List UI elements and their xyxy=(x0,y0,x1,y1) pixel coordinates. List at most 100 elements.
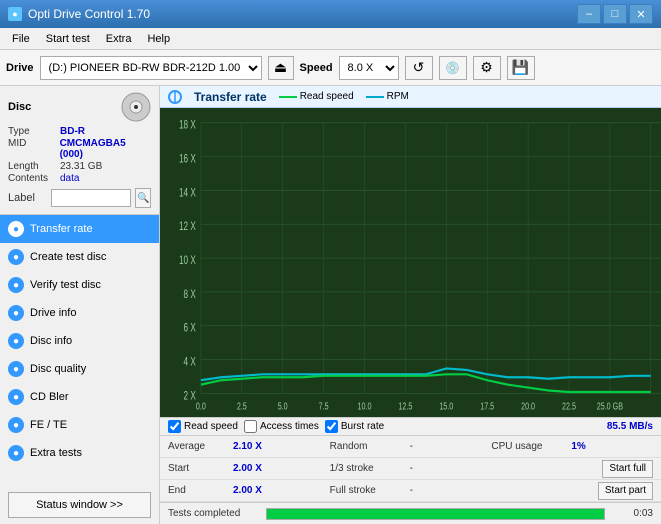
legend-read-speed-label: Read speed xyxy=(300,91,354,102)
maximize-button[interactable]: □ xyxy=(603,4,627,24)
menu-bar: File Start test Extra Help xyxy=(0,28,661,50)
burst-rate-checkbox-label: Burst rate xyxy=(341,421,384,432)
third-stroke-group: 1/3 stroke - xyxy=(330,463,492,474)
end-label: End xyxy=(168,485,233,496)
contents-value[interactable]: data xyxy=(60,173,79,184)
svg-text:15.0: 15.0 xyxy=(439,400,453,412)
nav-icon-disc-info: ● xyxy=(8,333,24,349)
svg-text:2 X: 2 X xyxy=(184,390,196,403)
nav-icon-drive-info: ● xyxy=(8,305,24,321)
nav-item-cd-bler[interactable]: ●CD Bler xyxy=(0,383,159,411)
chart-svg: 18 X 16 X 14 X 12 X 10 X 8 X 6 X 4 X 2 X… xyxy=(160,108,661,417)
disc-contents-row: Contents data xyxy=(8,173,151,184)
avg-group: Average 2.10 X xyxy=(168,441,330,452)
start-part-button[interactable]: Start part xyxy=(598,482,653,500)
burst-rate-checkbox[interactable] xyxy=(325,420,338,433)
full-stroke-label: Full stroke xyxy=(330,485,410,496)
eject-button[interactable]: ⏏ xyxy=(268,56,294,80)
stats-row-end: End 2.00 X Full stroke - Start part xyxy=(160,480,661,502)
nav-item-transfer-rate[interactable]: ●Transfer rate xyxy=(0,215,159,243)
window-controls: – □ ✕ xyxy=(577,4,653,24)
menu-start-test[interactable]: Start test xyxy=(38,31,98,47)
nav-item-disc-quality[interactable]: ● Disc quality xyxy=(0,355,159,383)
progress-bar-container xyxy=(266,508,605,520)
nav-label-verify-test-disc: Verify test disc xyxy=(30,279,101,291)
start-full-group: Start full xyxy=(491,460,653,478)
legend-read-speed-color xyxy=(279,96,297,98)
drive-select[interactable]: (D:) PIONEER BD-RW BDR-212D 1.00 xyxy=(40,56,262,80)
nav-item-disc-info[interactable]: ● Disc info xyxy=(0,327,159,355)
nav-icon-disc-quality: ● xyxy=(8,361,24,377)
svg-text:7.5: 7.5 xyxy=(319,400,329,412)
left-panel: Disc Type BD-R MID CMCMAGBA5 (000) Lengt… xyxy=(0,86,160,524)
avg-label: Average xyxy=(168,441,233,452)
nav-icon-create-test-disc: ● xyxy=(8,249,24,265)
menu-extra[interactable]: Extra xyxy=(98,31,140,47)
svg-text:10 X: 10 X xyxy=(179,255,196,268)
app-icon: ● xyxy=(8,7,22,21)
progress-label: Tests completed xyxy=(168,508,258,519)
nav-item-extra-tests[interactable]: ●Extra tests xyxy=(0,439,159,467)
label-search-button[interactable]: 🔍 xyxy=(135,188,151,208)
stats-bar: Read speed Access times Burst rate 85.5 … xyxy=(160,417,661,435)
nav-label-disc-info: Disc info xyxy=(30,335,72,347)
svg-text:12.5: 12.5 xyxy=(398,400,412,412)
svg-text:17.5: 17.5 xyxy=(480,400,494,412)
label-label: Label xyxy=(8,192,47,204)
nav-item-drive-info[interactable]: ● Drive info xyxy=(0,299,159,327)
svg-text:12 X: 12 X xyxy=(179,221,196,234)
settings-button[interactable]: ⚙ xyxy=(473,56,501,80)
save-button[interactable]: 💾 xyxy=(507,56,535,80)
third-stroke-label: 1/3 stroke xyxy=(330,463,410,474)
start-full-button[interactable]: Start full xyxy=(602,460,653,478)
status-window-button[interactable]: Status window >> xyxy=(8,492,151,518)
avg-value: 2.10 X xyxy=(233,441,283,452)
svg-text:10.0: 10.0 xyxy=(358,400,372,412)
nav-item-verify-test-disc[interactable]: ●Verify test disc xyxy=(0,271,159,299)
disc-length-row: Length 23.31 GB xyxy=(8,161,151,172)
disc-section: Disc Type BD-R MID CMCMAGBA5 (000) Lengt… xyxy=(0,86,159,215)
access-times-checkbox[interactable] xyxy=(244,420,257,433)
nav-label-drive-info: Drive info xyxy=(30,307,76,319)
menu-help[interactable]: Help xyxy=(139,31,178,47)
refresh-button[interactable]: ↺ xyxy=(405,56,433,80)
chart-header: Transfer rate Read speed RPM xyxy=(160,86,661,108)
close-button[interactable]: ✕ xyxy=(629,4,653,24)
svg-text:4 X: 4 X xyxy=(184,356,196,369)
start-part-group: Start part xyxy=(491,482,653,500)
disc-label-row: Label 🔍 xyxy=(8,188,151,208)
nav-icon-fe-te: ● xyxy=(8,417,24,433)
drive-label: Drive xyxy=(6,62,34,74)
read-speed-checkbox-item: Read speed xyxy=(168,420,238,433)
start-label: Start xyxy=(168,463,233,474)
label-input[interactable] xyxy=(51,189,131,207)
svg-text:16 X: 16 X xyxy=(179,153,196,166)
minimize-button[interactable]: – xyxy=(577,4,601,24)
nav-icon-transfer-rate: ● xyxy=(8,221,24,237)
cpu-label: CPU usage xyxy=(491,441,571,452)
legend-rpm-label: RPM xyxy=(387,91,409,102)
random-label: Random xyxy=(330,441,410,452)
mid-label: MID xyxy=(8,138,60,160)
right-panel: Transfer rate Read speed RPM xyxy=(160,86,661,524)
menu-file[interactable]: File xyxy=(4,31,38,47)
main-area: Disc Type BD-R MID CMCMAGBA5 (000) Lengt… xyxy=(0,86,661,524)
nav-item-create-test-disc[interactable]: ● Create test disc xyxy=(0,243,159,271)
speed-label: Speed xyxy=(300,62,333,74)
nav-label-fe-te: FE / TE xyxy=(30,419,67,431)
disc-button[interactable]: 💿 xyxy=(439,56,467,80)
legend-rpm-color xyxy=(366,96,384,98)
speed-select[interactable]: 8.0 X xyxy=(339,56,399,80)
access-times-checkbox-item: Access times xyxy=(244,420,319,433)
stats-row-average: Average 2.10 X Random - CPU usage 1% xyxy=(160,436,661,458)
nav-label-extra-tests: Extra tests xyxy=(30,447,82,459)
disc-icon xyxy=(121,92,151,122)
full-stroke-value: - xyxy=(410,485,440,496)
app-title: Opti Drive Control 1.70 xyxy=(28,7,150,21)
nav-item-fe-te[interactable]: ● FE / TE xyxy=(0,411,159,439)
read-speed-checkbox[interactable] xyxy=(168,420,181,433)
legend-read-speed: Read speed xyxy=(279,91,354,102)
nav-label-create-test-disc: Create test disc xyxy=(30,251,106,263)
nav-label-disc-quality: Disc quality xyxy=(30,363,86,375)
chart-icon xyxy=(168,90,182,104)
